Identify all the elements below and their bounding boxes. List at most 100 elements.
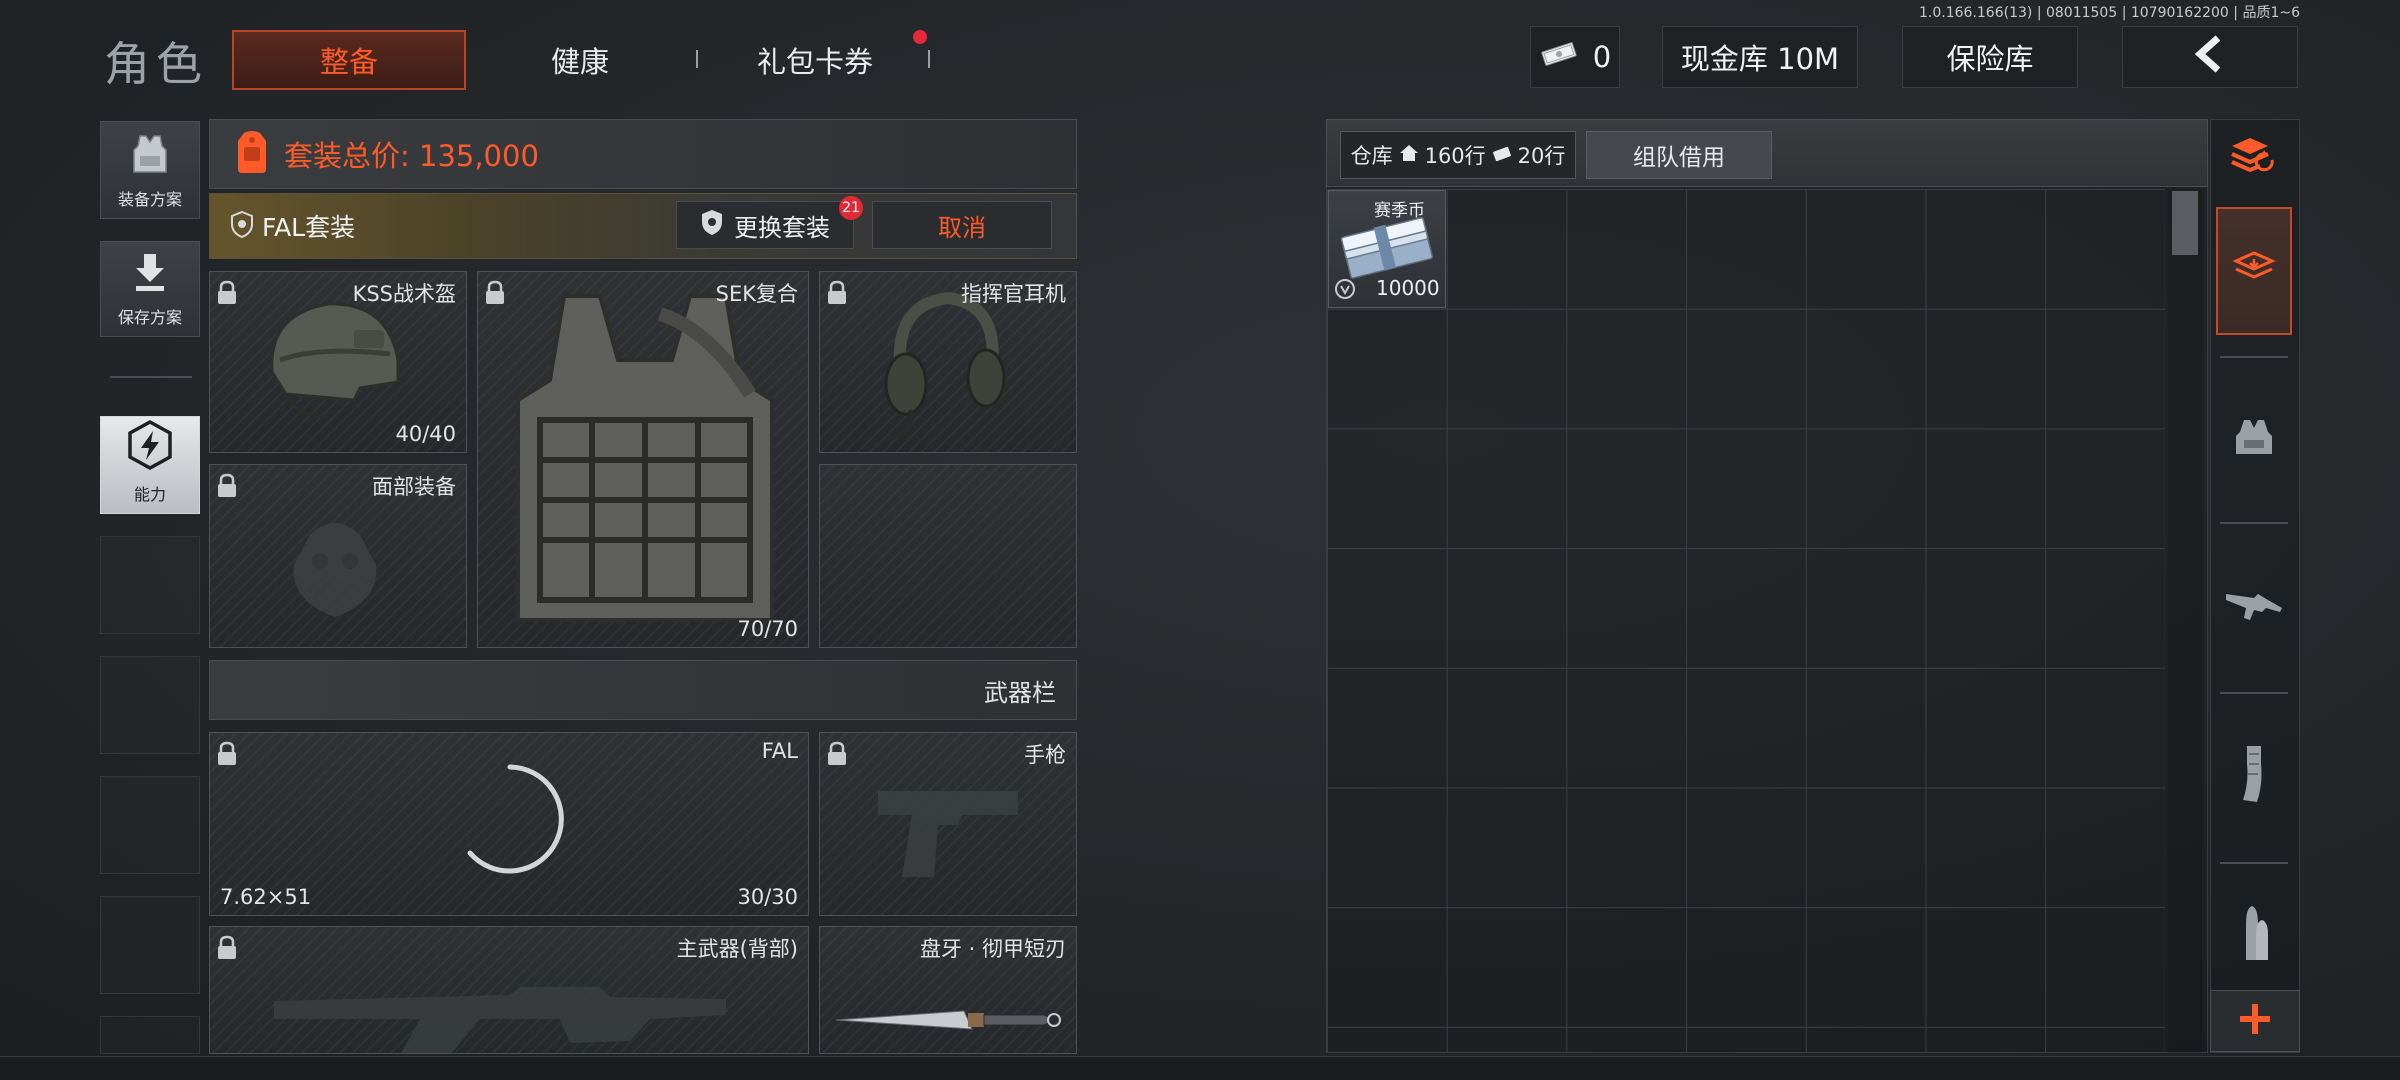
helmet-icon — [270, 302, 400, 419]
back-weapon-slot[interactable]: 主武器(背部) — [209, 926, 809, 1054]
total-price-bar: 套装总价: 135,000 — [209, 119, 1077, 189]
armor-icon — [2232, 416, 2276, 464]
warehouse-rows: 160行 — [1424, 144, 1486, 168]
tab-health[interactable]: 健康 — [480, 30, 680, 90]
loadout-plan-button[interactable]: 装备方案 — [100, 121, 200, 219]
pistol-slot[interactable]: 手枪 — [819, 732, 1077, 916]
warehouse-label: 仓库 — [1350, 144, 1393, 168]
helmet-slot[interactable]: KSS战术盔 40/40 — [209, 271, 467, 453]
knife-icon — [835, 1010, 1061, 1030]
extra-rows: 20行 — [1517, 144, 1566, 168]
primary-weapon-ammo: 30/30 — [737, 885, 798, 909]
rifle-silhouette-icon — [274, 987, 726, 1053]
plus-icon — [2238, 1002, 2272, 1040]
bottom-strip — [0, 1056, 2400, 1080]
category-all[interactable] — [2216, 207, 2292, 335]
headset-icon — [884, 291, 1006, 440]
category-divider — [2220, 862, 2288, 864]
melee-weapon-name: 盘牙 · 彻甲短刃 — [919, 937, 1066, 961]
lock-icon — [826, 280, 848, 310]
warehouse-tab[interactable]: 仓库 160行 20行 — [1340, 131, 1576, 179]
category-divider — [2220, 522, 2288, 524]
orange-backpack-icon — [232, 129, 272, 179]
set-name: FAL套装 — [262, 213, 356, 242]
tab-loadout[interactable]: 整备 — [232, 30, 466, 90]
rifle-icon — [2224, 584, 2284, 628]
lock-icon — [216, 741, 238, 771]
armor-name: SEK复合 — [715, 282, 798, 306]
money-amount: 0 — [1592, 40, 1612, 74]
category-divider — [2220, 692, 2288, 694]
inventory-item-name: 赛季币 — [1374, 201, 1425, 221]
team-borrow-tab[interactable]: 组队借用 — [1586, 131, 1772, 179]
home-icon — [1399, 143, 1419, 167]
armor-vest-icon — [516, 294, 774, 622]
ability-button[interactable]: 能力 — [100, 416, 200, 514]
pistol-icon — [878, 791, 1018, 877]
lock-icon — [484, 280, 506, 310]
face-mask-icon — [293, 523, 377, 617]
tab-gift-vouchers[interactable]: 礼包卡券 — [700, 30, 930, 90]
vest-icon — [126, 132, 174, 186]
scrollbar-track[interactable] — [2168, 189, 2202, 1053]
primary-weapon-name: FAL — [761, 739, 798, 763]
notification-dot — [913, 30, 927, 44]
category-magazines[interactable] — [2216, 716, 2292, 836]
add-button[interactable] — [2210, 990, 2300, 1052]
sidebar-item-label: 装备方案 — [117, 190, 182, 209]
loading-spinner-icon — [467, 764, 564, 874]
empty-rail-slot — [100, 536, 200, 634]
empty-rail-slot — [100, 896, 200, 994]
pistol-slot-name: 手枪 — [1024, 743, 1066, 767]
empty-equipment-slot[interactable] — [819, 464, 1077, 648]
cancel-button[interactable]: 取消 — [872, 201, 1052, 249]
weapon-bar-header: 武器栏 — [209, 660, 1077, 720]
back-weapon-slot-name: 主武器(背部) — [676, 937, 798, 961]
headset-name: 指挥官耳机 — [961, 282, 1066, 306]
season-coin-icon — [1334, 278, 1356, 304]
melee-slot[interactable]: 盘牙 · 彻甲短刃 — [819, 926, 1077, 1054]
sidebar-item-label: 能力 — [133, 485, 166, 504]
category-armor[interactable] — [2216, 380, 2292, 500]
lock-icon — [216, 935, 238, 965]
primary-weapon-caliber: 7.62×51 — [220, 885, 312, 909]
helmet-durability: 40/40 — [395, 422, 456, 446]
sidebar-item-label: 保存方案 — [117, 308, 182, 327]
ammo-icon — [2236, 904, 2272, 968]
change-set-badge: 21 — [839, 196, 863, 220]
inventory-item-quantity: 10000 — [1376, 276, 1440, 300]
face-slot-name: 面部装备 — [372, 475, 456, 499]
back-button[interactable] — [2122, 26, 2298, 88]
headset-slot[interactable]: 指挥官耳机 — [819, 271, 1077, 453]
armor-slot[interactable]: SEK复合 70/70 — [477, 271, 809, 648]
empty-rail-slot — [100, 1016, 200, 1054]
chevron-left-icon — [2190, 34, 2230, 81]
build-info: 1.0.166.166(13) | 08011505 | 10790162200… — [1919, 5, 2300, 21]
tab-divider — [928, 50, 930, 68]
change-set-label: 更换套装 — [734, 213, 830, 242]
lock-icon — [216, 473, 238, 503]
shield-icon — [700, 208, 724, 242]
category-ammo[interactable] — [2216, 886, 2292, 986]
inventory-grid[interactable] — [1327, 189, 2165, 1053]
safe-box-button[interactable]: 保险库 — [1902, 26, 2078, 88]
primary-weapon-slot[interactable]: FAL 7.62×51 30/30 — [209, 732, 809, 916]
lock-icon — [826, 741, 848, 771]
category-weapons[interactable] — [2216, 546, 2292, 666]
cash-icon — [1492, 143, 1512, 167]
shield-icon — [230, 210, 254, 242]
lightning-icon — [124, 419, 176, 481]
layers-refresh-icon — [2228, 134, 2280, 178]
cash-stack-icon — [1340, 217, 1434, 279]
empty-rail-slot — [100, 656, 200, 754]
change-set-button[interactable]: 更换套装 — [676, 201, 854, 249]
cash-icon — [1539, 40, 1579, 75]
scrollbar-thumb[interactable] — [2172, 191, 2198, 255]
cash-vault-button[interactable]: 现金库 10M — [1662, 26, 1858, 88]
face-slot[interactable]: 面部装备 — [209, 464, 467, 648]
lock-icon — [216, 280, 238, 310]
helmet-name: KSS战术盔 — [352, 282, 456, 306]
sort-refresh-button[interactable] — [2216, 124, 2292, 188]
save-plan-button[interactable]: 保存方案 — [100, 241, 200, 337]
money-display[interactable]: 0 — [1530, 26, 1620, 88]
